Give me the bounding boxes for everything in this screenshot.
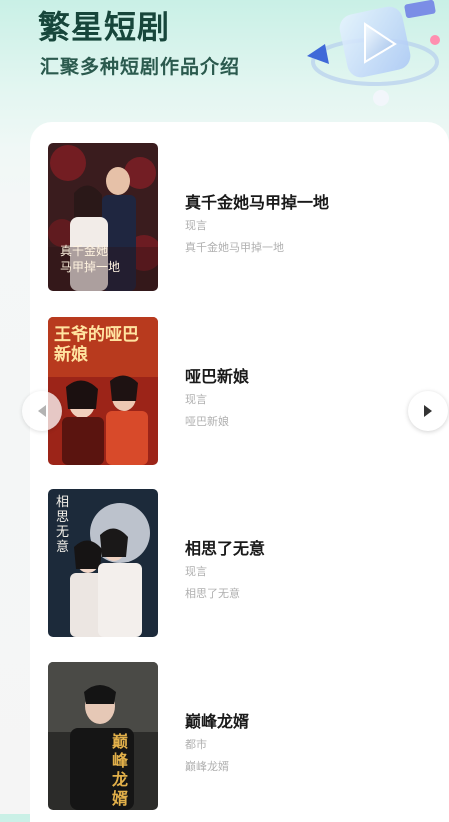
play-icon: [307, 0, 440, 106]
drama-poster[interactable]: 巅峰龙婿: [48, 662, 158, 810]
drama-list-item[interactable]: 巅峰龙婿 巅峰龙婿 都市 巅峰龙婿: [30, 662, 410, 810]
drama-description: 相思了无意: [185, 587, 240, 600]
drama-list-item[interactable]: 相思无意 相思了无意 现言 相思了无意: [30, 489, 410, 637]
page-title: 繁星短剧: [38, 8, 171, 46]
poster-title-text: 巅峰龙婿: [112, 732, 129, 808]
poster-title-text: 王爷的哑巴新娘: [54, 325, 139, 365]
drama-title: 哑巴新娘: [185, 367, 250, 386]
drama-genre: 现言: [185, 565, 207, 578]
carousel-next-button[interactable]: [408, 391, 448, 431]
drama-list-item[interactable]: 王爷的哑巴新娘 哑巴新娘 现言 哑巴新娘: [30, 317, 410, 465]
drama-poster[interactable]: 王爷的哑巴新娘: [48, 317, 158, 465]
drama-list-item[interactable]: 真千金她 马甲掉一地 真千金她马甲掉一地 现言 真千金她马甲掉一地: [30, 143, 410, 291]
drama-title: 真千金她马甲掉一地: [185, 193, 330, 212]
drama-poster[interactable]: 相思无意: [48, 489, 158, 637]
drama-title: 相思了无意: [185, 539, 266, 558]
drama-title: 巅峰龙婿: [185, 712, 250, 731]
poster-title-text: 真千金她 马甲掉一地: [60, 244, 121, 274]
page-subtitle: 汇聚多种短剧作品介绍: [40, 56, 241, 78]
header: 繁星短剧 汇聚多种短剧作品介绍: [0, 0, 449, 140]
drama-poster[interactable]: 真千金她 马甲掉一地: [48, 143, 158, 291]
carousel-prev-button[interactable]: [22, 391, 62, 431]
drama-description: 真千金她马甲掉一地: [185, 241, 284, 254]
drama-genre: 现言: [185, 219, 207, 232]
chevron-left-icon: [38, 405, 46, 417]
poster-title-text: 相思无意: [56, 495, 70, 555]
drama-genre: 都市: [185, 738, 207, 751]
drama-description: 哑巴新娘: [185, 415, 229, 428]
drama-genre: 现言: [185, 393, 207, 406]
drama-description: 巅峰龙婿: [185, 760, 229, 773]
drama-list-card: 真千金她 马甲掉一地 真千金她马甲掉一地 现言 真千金她马甲掉一地 王爷的哑巴新…: [30, 122, 449, 822]
chevron-right-icon: [424, 405, 432, 417]
